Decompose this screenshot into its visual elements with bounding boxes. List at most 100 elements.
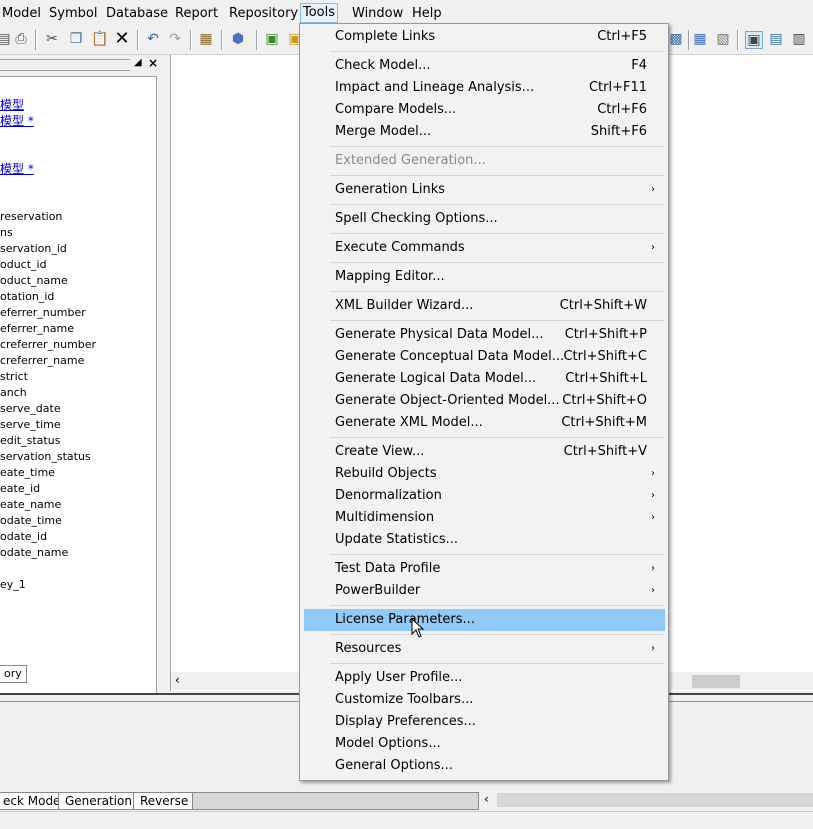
tree-item[interactable]: odate_id [0,530,47,544]
cut-icon[interactable]: ✂ [44,31,60,47]
redo-icon[interactable]: ↷ [167,31,183,47]
menu-item-shortcut: Ctrl+Shift+C [563,349,647,364]
tile-icon[interactable]: ▧ [715,31,731,47]
tree-item[interactable]: reservation [0,210,62,224]
tree-item[interactable]: ns [0,226,13,240]
close-icon[interactable]: × [148,56,158,70]
tree-item[interactable]: serve_date [0,402,61,416]
menu-item-xml-builder[interactable]: XML Builder Wizard... Ctrl+Shift+W [301,295,667,317]
tree-item[interactable]: odate_time [0,514,62,528]
menu-item-complete-links[interactable]: Complete Links Ctrl+F5 [301,26,667,48]
menu-item-compare-models[interactable]: Compare Models... Ctrl+F6 [301,99,667,121]
tab-repository[interactable]: ory [0,665,27,683]
menu-item-create-view[interactable]: Create View... Ctrl+Shift+V [301,441,667,463]
output-hscroll-track[interactable] [497,793,813,807]
menu-item-update-statistics[interactable]: Update Statistics... [301,529,667,551]
menu-help[interactable]: Help [410,4,444,23]
tab-reverse[interactable]: Reverse [133,792,196,810]
tree-item[interactable]: serve_time [0,418,61,432]
scroll-thumb[interactable] [692,675,740,688]
tree-item[interactable]: eferrer_number [0,306,86,320]
paste-icon[interactable]: 📋 [91,31,108,47]
tree-item[interactable]: edit_status [0,434,60,448]
delete-icon[interactable]: ✕ [114,30,130,48]
menu-item-spell-checking[interactable]: Spell Checking Options... [301,208,667,230]
result-list-icon[interactable]: ▥ [791,31,807,47]
menu-item-label: Execute Commands [335,240,465,255]
menu-item-customize-toolbars[interactable]: Customize Toolbars... [301,689,667,711]
menu-symbol[interactable]: Symbol [47,4,99,23]
tree-item[interactable]: otation_id [0,290,54,304]
menu-item-general-options[interactable]: General Options... [301,755,667,777]
menu-item-generate-xml[interactable]: Generate XML Model... Ctrl+Shift+M [301,412,667,434]
menu-item-check-model[interactable]: Check Model... F4 [301,55,667,77]
menu-item-test-data-profile[interactable]: Test Data Profile › [301,558,667,580]
menu-window[interactable]: Window [350,4,405,23]
menu-report[interactable]: Report [173,4,220,23]
menu-item-merge-model[interactable]: Merge Model... Shift+F6 [301,121,667,143]
float-icon[interactable]: ◢ [134,57,142,68]
menu-item-label: Complete Links [335,29,436,44]
tree-item[interactable]: oduct_id [0,258,47,272]
undo-icon[interactable]: ↶ [145,31,161,47]
properties-icon[interactable]: ▦ [198,31,214,47]
tree-item[interactable]: eate_time [0,466,55,480]
menu-item-denormalization[interactable]: Denormalization › [301,485,667,507]
menu-item-display-preferences[interactable]: Display Preferences... [301,711,667,733]
tree-item[interactable]: odate_name [0,546,68,560]
menu-item-label: Multidimension [335,510,435,525]
panel-grip[interactable] [0,59,130,71]
tree-item[interactable]: creferrer_number [0,338,96,352]
menu-tools[interactable]: Tools [300,3,339,23]
tree-item[interactable]: oduct_name [0,274,68,288]
print-icon[interactable]: ⎙ [13,31,29,47]
repository-icon[interactable]: ⬢ [230,31,246,47]
menu-repository[interactable]: Repository [227,4,300,23]
tree-item[interactable]: 模型 * [0,162,34,176]
save-all-icon[interactable]: ▤ [0,31,12,47]
copy-icon[interactable]: ❐ [68,31,84,47]
menu-item-mapping-editor[interactable]: Mapping Editor... [301,266,667,288]
menu-item-powerbuilder[interactable]: PowerBuilder › [301,580,667,602]
tree-item[interactable]: strict [0,370,28,384]
tree-item[interactable]: servation_id [0,242,67,256]
grid-icon[interactable]: ▦ [692,31,708,47]
tree-item[interactable]: anch [0,386,27,400]
menu-item-generation-links[interactable]: Generation Links › [301,179,667,201]
menu-model[interactable]: Model [0,4,43,23]
submenu-arrow-icon: › [651,468,655,479]
menu-item-generate-pdm[interactable]: Generate Physical Data Model... Ctrl+Shif… [301,324,667,346]
menu-item-multidimension[interactable]: Multidimension › [301,507,667,529]
menu-item-label: General Options... [335,758,453,773]
tree-item[interactable]: 模型 [0,98,24,112]
zoom-icon[interactable]: ▩ [668,31,684,47]
tree-item[interactable]: ey_1 [0,578,26,592]
tree-item[interactable]: eate_id [0,482,40,496]
menu-database[interactable]: Database [104,4,170,23]
menu-item-model-options[interactable]: Model Options... [301,733,667,755]
new-model-icon[interactable]: ▣ [264,31,280,47]
menu-separator [330,204,664,205]
menu-item-execute-commands[interactable]: Execute Commands › [301,237,667,259]
tree-item[interactable]: eate_name [0,498,61,512]
menu-item-resources[interactable]: Resources › [301,638,667,660]
menu-item-license-parameters[interactable]: License Parameters... [304,609,665,631]
submenu-arrow-icon: › [651,643,655,654]
menu-item-generate-cdm[interactable]: Generate Conceptual Data Model... Ctrl+Sh… [301,346,667,368]
menu-item-rebuild-objects[interactable]: Rebuild Objects › [301,463,667,485]
tree-item[interactable]: creferrer_name [0,354,84,368]
object-tree[interactable]: 模型 模型 * 模型 * reservation ns servation_id… [0,76,157,721]
scroll-left-icon[interactable]: ‹ [484,792,489,806]
tree-item[interactable]: 模型 * [0,114,34,128]
output-icon[interactable]: ▤ [768,31,784,47]
tab-generation[interactable]: Generation [58,792,139,810]
browser-icon[interactable]: ▣ [745,31,763,49]
tree-item[interactable]: servation_status [0,450,91,464]
menu-item-apply-user-profile[interactable]: Apply User Profile... [301,667,667,689]
menu-item-generate-ldm[interactable]: Generate Logical Data Model... Ctrl+Shift… [301,368,667,390]
scroll-left-icon[interactable]: ‹ [175,673,180,687]
menu-separator [330,291,664,292]
menu-item-impact-lineage[interactable]: Impact and Lineage Analysis... Ctrl+F11 [301,77,667,99]
tree-item[interactable]: eferrer_name [0,322,74,336]
menu-item-generate-oom[interactable]: Generate Object-Oriented Model... Ctrl+Sh… [301,390,667,412]
